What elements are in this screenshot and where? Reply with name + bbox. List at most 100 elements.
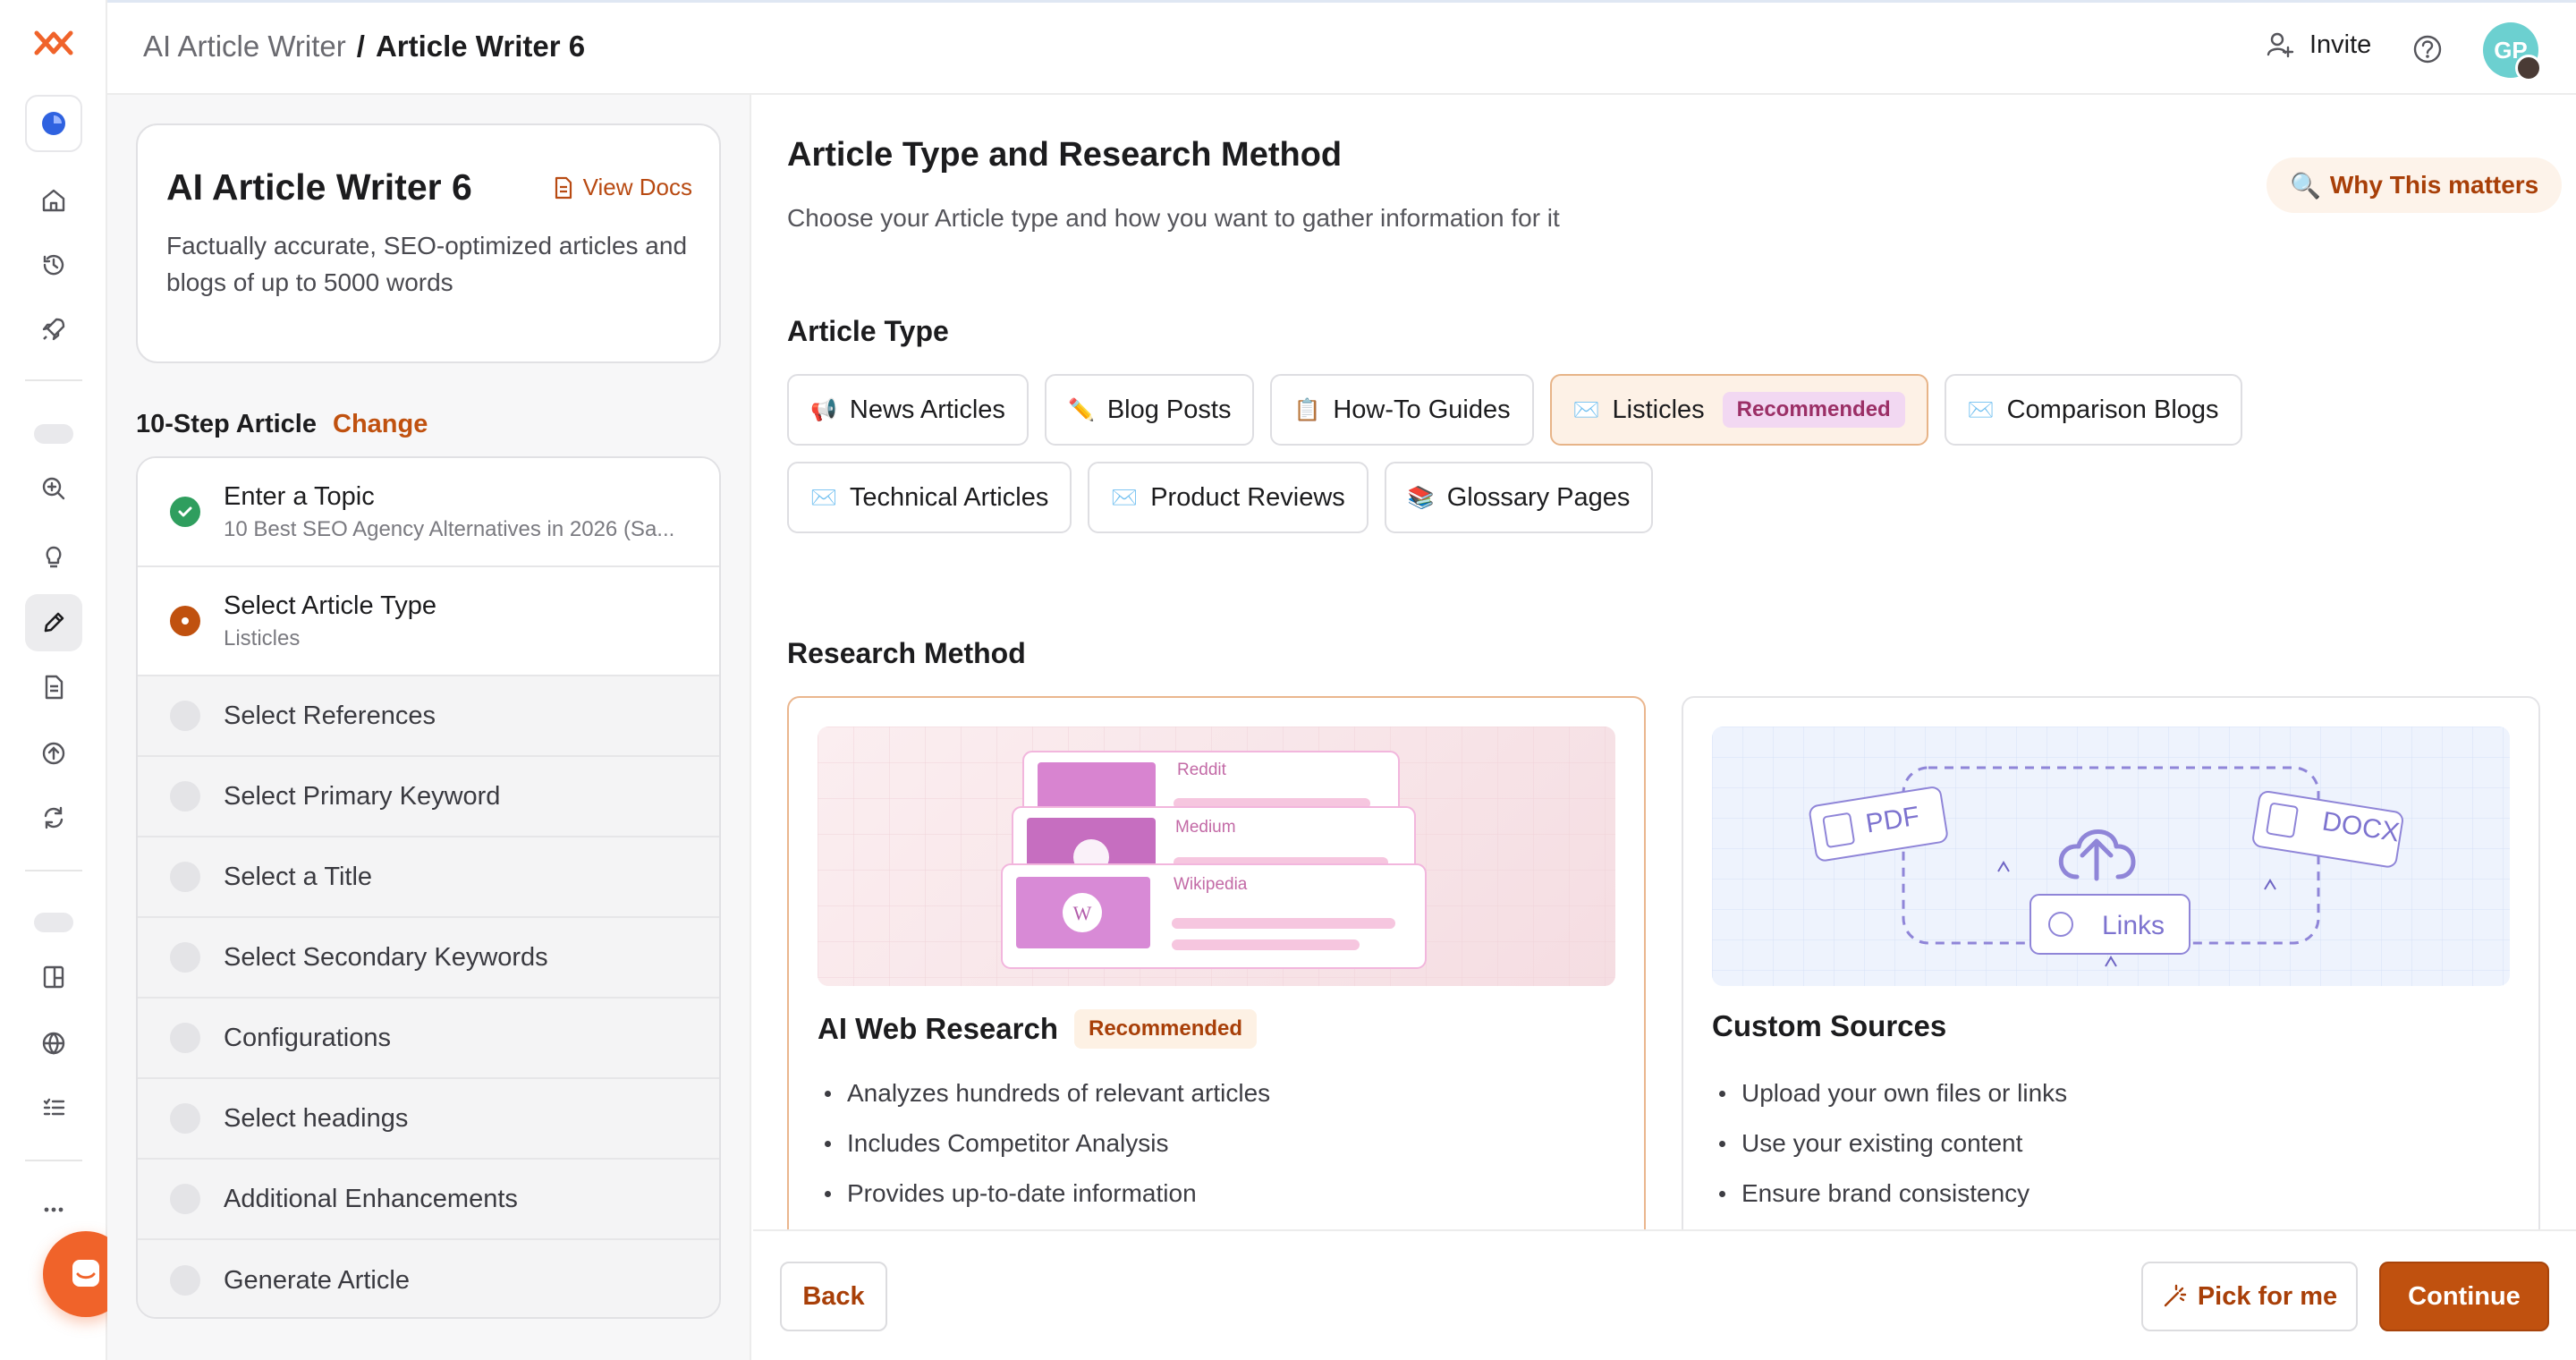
continue-button[interactable]: Continue bbox=[2379, 1262, 2549, 1331]
list-item: Use your existing content bbox=[1719, 1118, 2067, 1169]
research-card-custom-sources[interactable]: PDF DOCX Links Custom Sources Upload you… bbox=[1682, 696, 2540, 1229]
steps-count-label: 10-Step Article bbox=[136, 410, 317, 438]
pencil-icon[interactable] bbox=[25, 594, 82, 651]
rail-section-label bbox=[34, 913, 73, 932]
steps-panel: AI Article Writer 6 View Docs Factually … bbox=[107, 95, 751, 1360]
list-item: Provides up-to-date information bbox=[825, 1169, 1270, 1219]
svg-text:W: W bbox=[1073, 902, 1092, 924]
magnifier-icon: 🔍 bbox=[2290, 171, 2321, 200]
lightbulb-icon[interactable] bbox=[25, 528, 82, 585]
article-type-icon: 📚 bbox=[1407, 485, 1435, 510]
breadcrumb-separator: / bbox=[356, 30, 365, 63]
why-this-matters-button[interactable]: 🔍 Why This matters bbox=[2267, 157, 2563, 213]
article-type-option[interactable]: ✉️ Technical Articles bbox=[787, 462, 1072, 533]
document-icon[interactable] bbox=[25, 659, 82, 716]
step-item[interactable]: Select Primary Keyword bbox=[138, 757, 719, 837]
research-card-title: Custom Sources bbox=[1712, 1009, 1946, 1043]
article-type-icon: ✏️ bbox=[1067, 397, 1095, 422]
app-logo[interactable] bbox=[32, 21, 75, 64]
step-item[interactable]: Generate Article bbox=[138, 1240, 719, 1317]
step-label: Select References bbox=[224, 701, 436, 730]
home-icon[interactable] bbox=[25, 172, 82, 229]
step-summary: 10 Best SEO Agency Alternatives in 2026 … bbox=[224, 516, 675, 541]
sidebar-layout-icon[interactable] bbox=[25, 948, 82, 1006]
article-type-option[interactable]: ✉️ Product Reviews bbox=[1088, 462, 1368, 533]
step-list: Enter a Topic 10 Best SEO Agency Alternat… bbox=[136, 456, 721, 1319]
article-type-icon: ✉️ bbox=[1572, 397, 1600, 422]
page-title: Article Type and Research Method bbox=[787, 136, 1343, 174]
step-item[interactable]: Configurations bbox=[138, 999, 719, 1079]
recommended-badge: Recommended bbox=[1074, 1009, 1258, 1049]
steps-header: 10-Step Article Change bbox=[136, 410, 428, 439]
avatar[interactable]: GP bbox=[2483, 22, 2542, 81]
invite-button[interactable]: Invite bbox=[2265, 30, 2371, 60]
workspace-icon[interactable] bbox=[25, 95, 82, 152]
article-type-label: Blog Posts bbox=[1106, 395, 1232, 424]
step-item[interactable]: Additional Enhancements bbox=[138, 1160, 719, 1240]
article-type-label: News Articles bbox=[849, 395, 1005, 424]
rail-section-label bbox=[34, 424, 73, 444]
step-label: Select Article Type bbox=[224, 591, 437, 620]
article-type-label: Listicles bbox=[1612, 395, 1705, 424]
article-type-option[interactable]: ✉️ Comparison Blogs bbox=[1944, 374, 2242, 446]
view-docs-link[interactable]: View Docs bbox=[553, 174, 692, 201]
checklist-icon[interactable] bbox=[25, 1079, 82, 1136]
article-type-heading: Article Type bbox=[787, 315, 949, 347]
breadcrumb-parent[interactable]: AI Article Writer bbox=[143, 30, 346, 64]
step-item[interactable]: Select Article Type Listicles bbox=[138, 567, 719, 676]
refresh-icon[interactable] bbox=[25, 789, 82, 846]
step-item[interactable]: Select Secondary Keywords bbox=[138, 918, 719, 999]
globe-icon[interactable] bbox=[25, 1015, 82, 1072]
step-label: Configurations bbox=[224, 1023, 391, 1052]
wizard-footer: Back Pick for me Continue bbox=[753, 1229, 2576, 1360]
article-type-option[interactable]: 📚 Glossary Pages bbox=[1384, 462, 1654, 533]
article-type-label: Technical Articles bbox=[849, 482, 1049, 512]
research-card-ai-web[interactable]: W Reddit Medium Wikipedia AI Web Researc… bbox=[787, 696, 1646, 1229]
rocket-icon[interactable] bbox=[25, 301, 82, 358]
pending-step-icon bbox=[170, 1265, 200, 1296]
article-type-icon: ✉️ bbox=[810, 485, 837, 510]
step-label: Select a Title bbox=[224, 862, 373, 891]
pending-step-icon bbox=[170, 781, 200, 812]
article-type-label: Product Reviews bbox=[1150, 482, 1345, 512]
research-benefits-list: Analyzes hundreds of relevant articles I… bbox=[825, 1068, 1270, 1219]
keyword-search-icon[interactable] bbox=[25, 460, 82, 517]
main-content: Article Type and Research Method Choose … bbox=[753, 95, 2576, 1229]
back-button[interactable]: Back bbox=[780, 1262, 887, 1331]
pick-for-me-label: Pick for me bbox=[2197, 1281, 2338, 1311]
tool-description: Factually accurate, SEO-optimized articl… bbox=[166, 232, 688, 296]
article-type-label: Glossary Pages bbox=[1446, 482, 1631, 512]
upload-circle-icon[interactable] bbox=[25, 725, 82, 782]
article-type-option[interactable]: ✏️ Blog Posts bbox=[1044, 374, 1255, 446]
change-steps-link[interactable]: Change bbox=[333, 410, 428, 439]
page-subtitle: Choose your Article type and how you wan… bbox=[787, 204, 1560, 232]
history-icon[interactable] bbox=[25, 236, 82, 293]
pending-step-icon bbox=[170, 701, 200, 731]
pick-for-me-button[interactable]: Pick for me bbox=[2141, 1262, 2358, 1331]
step-item[interactable]: Select headings bbox=[138, 1079, 719, 1160]
help-icon[interactable] bbox=[2410, 31, 2445, 67]
pending-step-icon bbox=[170, 942, 200, 973]
more-icon[interactable] bbox=[25, 1181, 82, 1238]
article-type-option[interactable]: ✉️ Listicles Recommended bbox=[1549, 374, 1928, 446]
article-type-label: How-To Guides bbox=[1333, 395, 1511, 424]
article-type-option[interactable]: 📢 News Articles bbox=[787, 374, 1029, 446]
web-research-illustration: W Reddit Medium Wikipedia bbox=[818, 727, 1615, 986]
list-item: Upload your own files or links bbox=[1719, 1068, 2067, 1118]
article-type-option[interactable]: 📋 How-To Guides bbox=[1270, 374, 1534, 446]
research-benefits-list: Upload your own files or links Use your … bbox=[1719, 1068, 2067, 1219]
custom-sources-title: Custom Sources bbox=[1712, 1009, 1947, 1042]
step-item[interactable]: Select References bbox=[138, 676, 719, 757]
rail-divider bbox=[25, 379, 82, 381]
pending-step-icon bbox=[170, 1023, 200, 1053]
step-item[interactable]: Select a Title bbox=[138, 837, 719, 918]
step-item[interactable]: Enter a Topic 10 Best SEO Agency Alternat… bbox=[138, 458, 719, 567]
article-type-icon: ✉️ bbox=[1111, 485, 1139, 510]
article-type-options: 📢 News Articles ✏️ Blog Posts 📋 How-To Guides… bbox=[787, 374, 2522, 533]
icon-rail bbox=[0, 0, 107, 1360]
rail-divider bbox=[25, 1160, 82, 1161]
custom-sources-illustration: PDF DOCX Links bbox=[1712, 727, 2510, 986]
research-method-heading: Research Method bbox=[787, 637, 1026, 669]
illustration-label-wikipedia: Wikipedia bbox=[1174, 875, 1248, 894]
breadcrumb: AI Article Writer / Article Writer 6 bbox=[143, 30, 585, 64]
